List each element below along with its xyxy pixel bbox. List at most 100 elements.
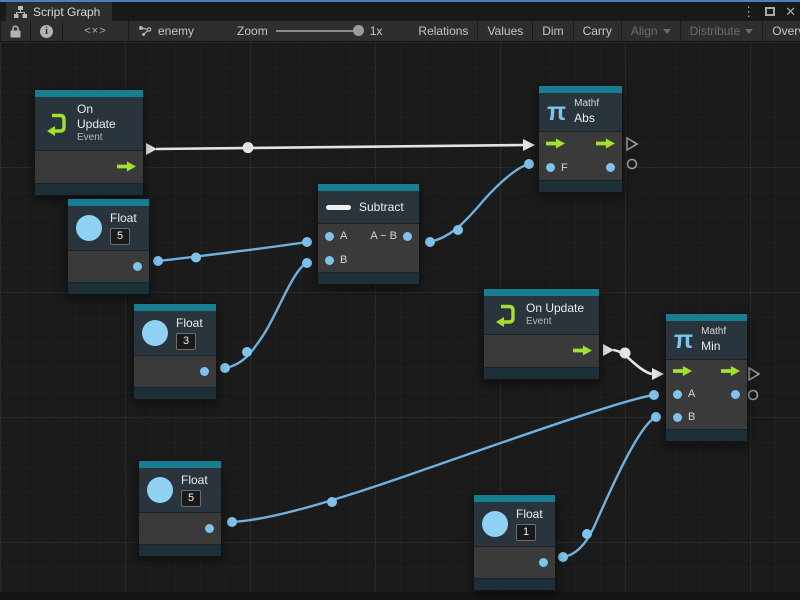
node-title: Float — [516, 507, 543, 522]
node-subtract[interactable]: Subtract A A − B B — [317, 183, 420, 285]
mathf-pi-icon: π — [547, 99, 566, 125]
graph-canvas[interactable]: On Update Event π Mathf Abs — [0, 42, 800, 592]
value-input-port-b[interactable] — [673, 413, 682, 422]
value-input[interactable]: 5 — [181, 490, 201, 507]
lock-button[interactable] — [0, 21, 31, 41]
node-title: On Update — [77, 102, 135, 132]
edge-arrowhead — [652, 368, 664, 380]
value-input-port-b[interactable] — [325, 256, 334, 265]
node-footer — [484, 367, 599, 379]
node-float-1[interactable]: Float 1 — [473, 494, 556, 591]
port-label: B — [688, 411, 695, 423]
subtract-icon — [326, 205, 351, 210]
value-output-port[interactable] — [200, 367, 209, 376]
distribute-button[interactable]: Distribute — [681, 21, 764, 41]
zoom-control: Zoom 1x — [203, 21, 391, 41]
node-on-update-2[interactable]: On Update Event — [483, 288, 600, 380]
zoom-slider[interactable] — [276, 30, 362, 32]
edge-endpoint-dot — [153, 256, 163, 266]
node-mathf-min[interactable]: π Mathf Min A — [665, 313, 748, 442]
flow-output-indicator — [627, 138, 637, 150]
flow-output-port[interactable] — [573, 345, 592, 357]
code-preview-button[interactable]: <×> — [63, 21, 129, 41]
graph-breadcrumb[interactable]: enemy — [129, 21, 203, 41]
node-accent-bar — [539, 86, 622, 93]
lock-icon — [10, 25, 21, 38]
edge-float5top-to-subtract-a[interactable] — [158, 242, 307, 261]
flow-input-port[interactable] — [673, 365, 692, 377]
value-output-port[interactable] — [606, 163, 615, 172]
node-accent-bar — [35, 90, 143, 97]
tab-script-graph[interactable]: Script Graph — [6, 2, 112, 21]
edge-arrowhead — [523, 139, 535, 151]
node-float-5-top[interactable]: Float 5 — [67, 198, 150, 295]
graph-toolbar: i <×> enemy Zoom 1x Relations Values Dim… — [0, 21, 800, 42]
node-on-update-1[interactable]: On Update Event — [34, 89, 144, 196]
carry-button[interactable]: Carry — [574, 21, 622, 41]
dim-button[interactable]: Dim — [533, 21, 573, 41]
node-float-5-bottom[interactable]: Float 5 — [138, 460, 222, 557]
values-button[interactable]: Values — [478, 21, 533, 41]
value-output-port[interactable] — [403, 232, 412, 241]
node-title: Float — [176, 316, 203, 331]
node-title: Float — [110, 211, 137, 226]
inspect-button[interactable]: i — [31, 21, 63, 41]
edge-endpoint-dot — [227, 517, 237, 527]
flow-input-port[interactable] — [546, 138, 565, 150]
overview-button[interactable]: Overview — [763, 21, 800, 41]
edge-midpoint-dot[interactable] — [191, 253, 201, 263]
maximize-icon[interactable] — [765, 7, 775, 16]
value-input-port-a[interactable] — [325, 232, 334, 241]
edge-float1-to-min-b[interactable] — [563, 417, 656, 557]
node-header: Float 5 — [68, 206, 149, 251]
close-icon[interactable]: ✕ — [785, 5, 796, 18]
node-header: Float 3 — [134, 311, 216, 356]
value-output-port[interactable] — [539, 558, 548, 567]
flow-port-triangle[interactable] — [146, 143, 157, 155]
value-output-port[interactable] — [133, 262, 142, 271]
port-label: A — [340, 230, 347, 242]
edge-float3-to-subtract-b[interactable] — [225, 263, 307, 368]
edge-onupdate1-to-abs[interactable] — [156, 145, 523, 149]
value-input[interactable]: 1 — [516, 524, 536, 541]
relations-button[interactable]: Relations — [409, 21, 478, 41]
edge-midpoint-dot[interactable] — [620, 348, 631, 359]
edge-endpoint-dot — [524, 159, 534, 169]
edge-subtract-to-abs-f[interactable] — [430, 164, 529, 242]
flow-output-port[interactable] — [721, 365, 740, 377]
tab-bar: Script Graph — [0, 2, 800, 21]
flow-output-port[interactable] — [596, 138, 615, 150]
edge-midpoint-dot[interactable] — [327, 497, 337, 507]
flow-port-triangle[interactable] — [603, 344, 614, 356]
edge-midpoint-dot[interactable] — [242, 347, 252, 357]
mathf-pi-icon: π — [674, 327, 693, 353]
node-subtitle: Event — [526, 316, 584, 329]
zoom-slider-handle[interactable] — [353, 25, 364, 36]
align-button[interactable]: Align — [622, 21, 681, 41]
graph-name: enemy — [158, 24, 194, 38]
edge-endpoint-dot — [220, 363, 230, 373]
node-title: On Update — [526, 301, 584, 316]
kebab-menu-icon[interactable]: ⋮ — [742, 5, 755, 18]
node-float-3[interactable]: Float 3 — [133, 303, 217, 400]
node-header: Float 5 — [139, 468, 221, 513]
edge-midpoint-dot[interactable] — [453, 225, 463, 235]
float-icon — [147, 477, 173, 503]
node-mathf-abs[interactable]: π Mathf Abs F — [538, 85, 623, 193]
edge-float5bottom-to-min-a[interactable] — [232, 395, 654, 522]
value-input[interactable]: 3 — [176, 333, 196, 350]
value-output-port[interactable] — [731, 390, 740, 399]
node-subtitle: Event — [77, 132, 135, 145]
value-input-port-a[interactable] — [673, 390, 682, 399]
edge-onupdate2-to-min[interactable] — [613, 350, 652, 374]
edge-midpoint-dot[interactable] — [582, 529, 592, 539]
script-graph-window: Script Graph ⋮ ✕ i <×> enemy — [0, 0, 800, 600]
window-bottom-edge — [0, 592, 800, 600]
node-header: On Update Event — [35, 97, 143, 151]
value-input[interactable]: 5 — [110, 228, 130, 245]
float-icon — [76, 215, 102, 241]
value-input-port[interactable] — [546, 163, 555, 172]
flow-output-port[interactable] — [117, 161, 136, 173]
edge-midpoint-dot[interactable] — [243, 142, 254, 153]
value-output-port[interactable] — [205, 524, 214, 533]
